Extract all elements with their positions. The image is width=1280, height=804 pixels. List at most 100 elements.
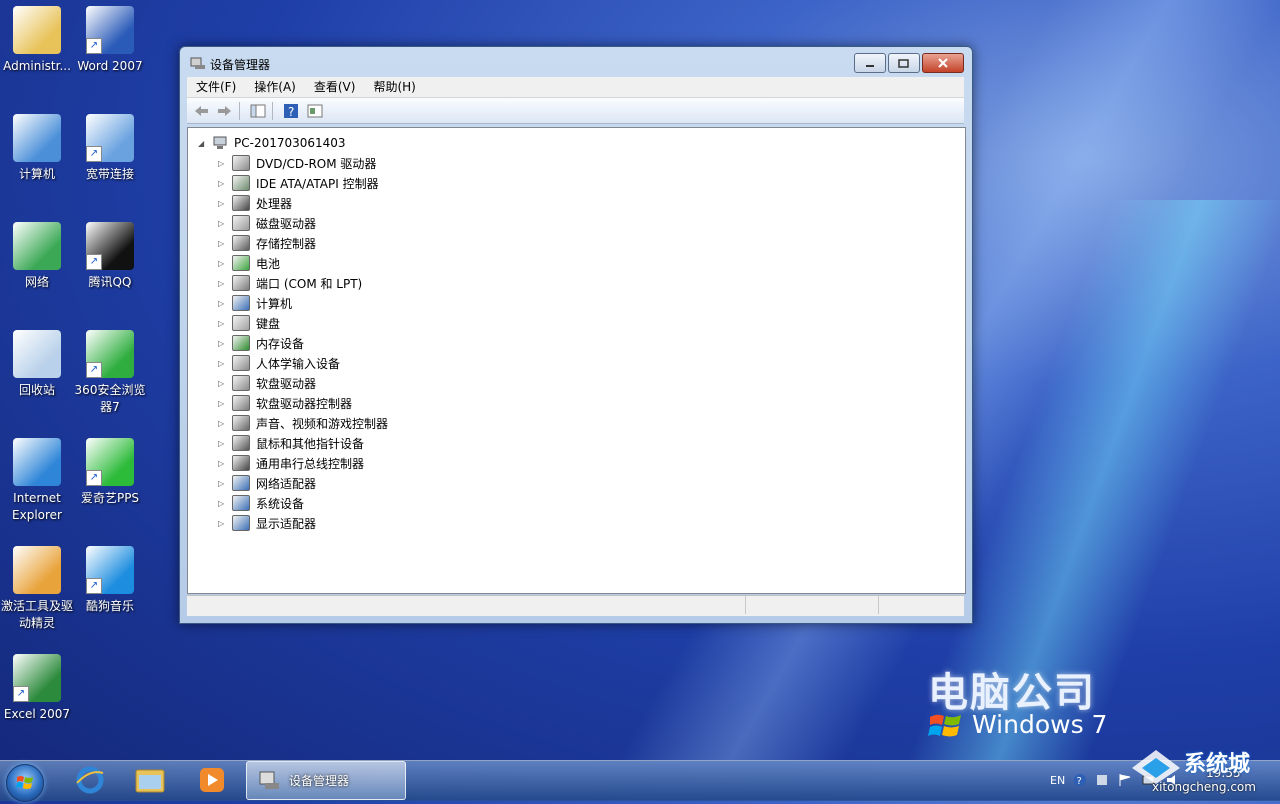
memory-icon	[232, 335, 250, 351]
caption-buttons	[852, 53, 964, 73]
device-category[interactable]: ▷ 处理器	[218, 193, 292, 213]
expand-arrow-icon[interactable]: ▷	[218, 239, 228, 248]
keyboard-icon	[232, 315, 250, 331]
desktop-icon[interactable]: ↗ 宽带连接	[73, 114, 147, 183]
device-category[interactable]: ▷ 磁盘驱动器	[218, 213, 316, 233]
computer-root-icon	[213, 136, 227, 149]
expand-arrow-icon[interactable]: ▷	[218, 419, 228, 428]
close-icon	[938, 58, 948, 68]
expand-arrow-icon[interactable]: ▷	[218, 339, 228, 348]
device-manager-window[interactable]: 设备管理器 文件(F) 操作(A) 查看(V) 帮助(H) ? ◢ PC-201…	[179, 46, 973, 624]
expand-arrow-icon[interactable]: ▷	[218, 399, 228, 408]
device-category[interactable]: ▷ 鼠标和其他指针设备	[218, 433, 364, 453]
maximize-button[interactable]	[888, 53, 920, 73]
language-indicator[interactable]: EN	[1050, 774, 1065, 787]
device-category-label: IDE ATA/ATAPI 控制器	[256, 176, 379, 191]
port-icon	[232, 275, 250, 291]
desktop-icon-label: Word 2007	[77, 59, 143, 73]
expand-arrow-icon[interactable]: ▷	[218, 159, 228, 168]
minimize-icon	[866, 65, 874, 67]
device-category-label: 磁盘驱动器	[256, 216, 317, 231]
desktop-icon[interactable]: ↗ 腾讯QQ	[73, 222, 147, 291]
expand-arrow-icon[interactable]: ▷	[218, 499, 228, 508]
desktop-icon[interactable]: 计算机	[0, 114, 74, 183]
expand-arrow-icon[interactable]: ▷	[218, 519, 228, 528]
desktop-icon[interactable]: ↗ Word 2007	[73, 6, 147, 75]
qq-penguin-icon: ↗	[86, 222, 134, 270]
device-category[interactable]: ▷ 系统设备	[218, 493, 304, 513]
desktop-icon[interactable]: Administr...	[0, 6, 74, 75]
expand-arrow-icon[interactable]: ▷	[218, 359, 228, 368]
device-category[interactable]: ▷ 人体学输入设备	[218, 353, 340, 373]
watermark-url: xitongcheng.com	[1152, 780, 1256, 794]
desktop-icon-label: 宽带连接	[85, 167, 134, 181]
minimize-button[interactable]	[854, 53, 886, 73]
show-hide-console-tree-button[interactable]	[248, 102, 268, 120]
shortcut-arrow-icon: ↗	[86, 470, 102, 486]
device-category[interactable]: ▷ 键盘	[218, 313, 280, 333]
device-category[interactable]: ▷ DVD/CD-ROM 驱动器	[218, 153, 376, 173]
expand-arrow-icon[interactable]: ▷	[218, 479, 228, 488]
menu-item[interactable]: 文件(F)	[187, 77, 245, 97]
computer-icon	[232, 295, 250, 311]
help-tray-icon[interactable]: ?	[1073, 773, 1087, 787]
device-category[interactable]: ▷ 软盘驱动器	[218, 373, 316, 393]
device-category[interactable]: ▷ 计算机	[218, 293, 292, 313]
device-tree[interactable]: ◢ PC-201703061403 ▷ DVD/CD-ROM 驱动器 ▷ IDE AT…	[187, 127, 966, 594]
device-category[interactable]: ▷ 端口 (COM 和 LPT)	[218, 273, 362, 293]
shortcut-arrow-icon: ↗	[86, 362, 102, 378]
device-category[interactable]: ▷ 电池	[218, 253, 280, 273]
properties-button[interactable]	[305, 102, 325, 120]
expand-arrow-icon[interactable]: ▷	[218, 319, 228, 328]
device-category[interactable]: ▷ 存储控制器	[218, 233, 316, 253]
help-button[interactable]: ?	[281, 102, 301, 120]
desktop-icon[interactable]: ↗ 360安全浏览器7	[73, 330, 147, 416]
expand-arrow-icon[interactable]: ▷	[218, 299, 228, 308]
desktop-icon[interactable]: 激活工具及驱动精灵	[0, 546, 74, 632]
expand-arrow-icon[interactable]: ▷	[218, 439, 228, 448]
start-button[interactable]	[6, 764, 44, 802]
menu-item[interactable]: 查看(V)	[305, 77, 365, 97]
forward-button[interactable]	[215, 102, 235, 120]
taskbar-explorer-button[interactable]	[128, 764, 172, 796]
back-button[interactable]	[191, 102, 211, 120]
desktop-icon[interactable]: 回收站	[0, 330, 74, 399]
tray-options-icon[interactable]	[1095, 773, 1109, 787]
device-category[interactable]: ▷ IDE ATA/ATAPI 控制器	[218, 173, 379, 193]
desktop-icon[interactable]: Internet Explorer	[0, 438, 74, 524]
folder-icon	[135, 769, 165, 793]
expand-arrow-icon[interactable]: ▷	[218, 199, 228, 208]
title-bar[interactable]: 设备管理器	[180, 47, 972, 77]
desktop-icon[interactable]: ↗ 酷狗音乐	[73, 546, 147, 615]
expand-arrow-icon[interactable]: ▷	[218, 459, 228, 468]
close-button[interactable]	[922, 53, 964, 73]
desktop-icon[interactable]: ↗ 爱奇艺PPS	[73, 438, 147, 507]
excel-icon: ↗	[13, 654, 61, 702]
device-category[interactable]: ▷ 软盘驱动器控制器	[218, 393, 352, 413]
device-category[interactable]: ▷ 通用串行总线控制器	[218, 453, 364, 473]
expand-arrow-icon[interactable]: ▷	[218, 259, 228, 268]
device-category[interactable]: ▷ 内存设备	[218, 333, 304, 353]
sound-icon	[232, 415, 250, 431]
device-category-label: 软盘驱动器控制器	[256, 396, 353, 411]
device-category[interactable]: ▷ 显示适配器	[218, 513, 316, 533]
menu-item[interactable]: 帮助(H)	[364, 77, 424, 97]
taskbar-ie-button[interactable]	[68, 764, 112, 796]
desktop-icon-label: 腾讯QQ	[88, 275, 132, 289]
expand-arrow-icon[interactable]: ▷	[218, 219, 228, 228]
svg-text:?: ?	[1077, 776, 1082, 787]
desktop-icon[interactable]: 网络	[0, 222, 74, 291]
tree-root[interactable]: ◢ PC-201703061403	[198, 133, 346, 153]
desktop-icon-label: Internet Explorer	[12, 491, 62, 522]
collapse-arrow-icon[interactable]: ◢	[198, 139, 208, 148]
expand-arrow-icon[interactable]: ▷	[218, 379, 228, 388]
device-category[interactable]: ▷ 网络适配器	[218, 473, 316, 493]
taskbar-media-player-button[interactable]	[190, 764, 234, 796]
expand-arrow-icon[interactable]: ▷	[218, 179, 228, 188]
device-category[interactable]: ▷ 声音、视频和游戏控制器	[218, 413, 388, 433]
taskbar-device-manager[interactable]: 设备管理器	[246, 761, 406, 800]
menu-item[interactable]: 操作(A)	[245, 77, 305, 97]
expand-arrow-icon[interactable]: ▷	[218, 279, 228, 288]
device-category-label: 声音、视频和游戏控制器	[256, 416, 389, 431]
desktop-icon[interactable]: ↗ Excel 2007	[0, 654, 74, 723]
